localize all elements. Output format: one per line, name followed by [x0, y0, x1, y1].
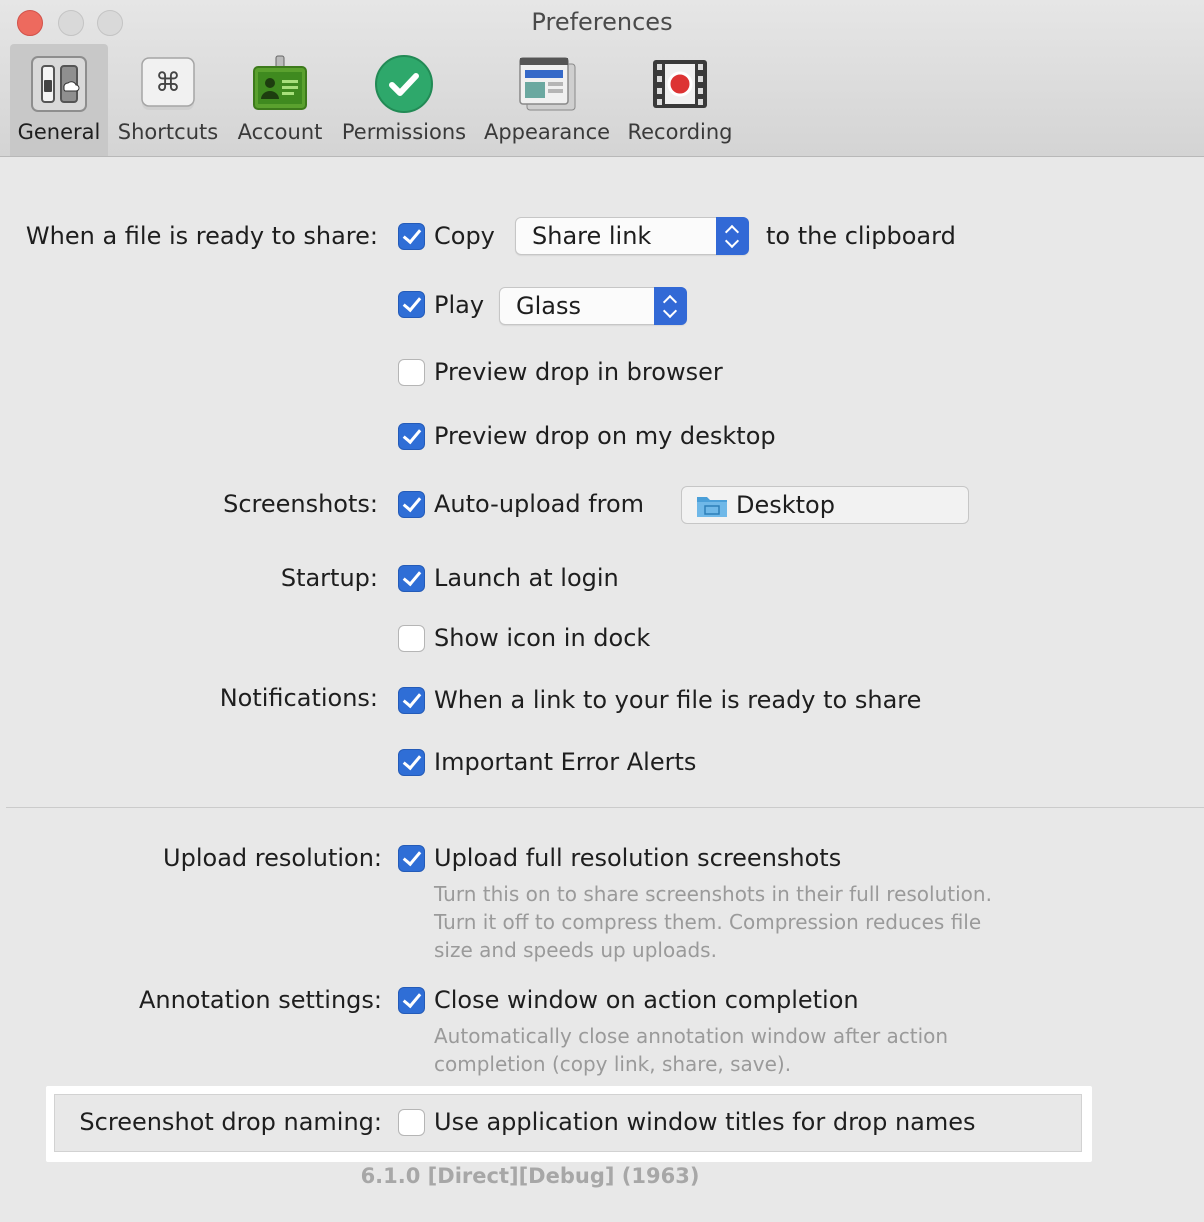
- tab-general[interactable]: General: [10, 44, 108, 156]
- close-window-description-line: Automatically close annotation window af…: [434, 1024, 949, 1048]
- close-window-description-line: completion (copy link, share, save).: [434, 1052, 792, 1076]
- tab-account-label: Account: [237, 120, 323, 144]
- window-titles-checkbox[interactable]: [398, 1109, 425, 1136]
- svg-text:⌘: ⌘: [155, 68, 181, 98]
- preview-browser-label: Preview drop in browser: [434, 358, 723, 386]
- play-sound-label: Play: [434, 291, 485, 319]
- tab-appearance[interactable]: Appearance: [480, 44, 614, 156]
- copy-label: Copy: [434, 222, 495, 250]
- folder-icon: [697, 497, 727, 517]
- select-arrows-icon: [654, 287, 687, 325]
- tab-shortcuts-label: Shortcuts: [117, 120, 219, 144]
- sound-select[interactable]: Glass: [499, 287, 687, 325]
- share-section-label: When a file is ready to share:: [25, 222, 378, 250]
- command-key-icon: ⌘: [141, 57, 195, 110]
- upload-resolution-section-label: Upload resolution:: [163, 844, 382, 872]
- checkmark-circle-icon: [375, 55, 433, 113]
- tab-recording-label: Recording: [627, 120, 733, 144]
- auto-upload-checkbox[interactable]: [398, 491, 425, 518]
- id-badge-icon: [253, 55, 307, 110]
- full-resolution-label: Upload full resolution screenshots: [434, 844, 842, 872]
- startup-section-label: Startup:: [280, 564, 378, 592]
- link-ready-notification-label: When a link to your file is ready to sha…: [434, 686, 922, 714]
- preview-desktop-label: Preview drop on my desktop: [434, 422, 776, 450]
- section-divider: [6, 807, 1204, 808]
- screenshots-section-label: Screenshots:: [223, 490, 378, 518]
- drop-naming-section-label: Screenshot drop naming:: [79, 1108, 382, 1136]
- general-switch-icon: [31, 56, 87, 112]
- tab-account[interactable]: Account: [232, 44, 328, 156]
- launch-at-login-checkbox[interactable]: [398, 565, 425, 592]
- full-resolution-description-line: size and speeds up uploads.: [434, 938, 717, 962]
- window-layout-icon: [519, 57, 576, 111]
- full-resolution-description-line: Turn this on to share screenshots in the…: [434, 882, 992, 906]
- window-titles-label: Use application window titles for drop n…: [434, 1108, 976, 1136]
- window-title: Preferences: [531, 8, 673, 36]
- sound-value: Glass: [516, 292, 581, 320]
- preview-browser-checkbox[interactable]: [398, 359, 425, 386]
- tab-shortcuts[interactable]: ⌘ Shortcuts: [112, 44, 224, 156]
- tab-permissions-label: Permissions: [341, 120, 467, 144]
- clipboard-suffix-label: to the clipboard: [766, 222, 956, 250]
- link-ready-notification-checkbox[interactable]: [398, 687, 425, 714]
- error-alerts-label: Important Error Alerts: [434, 748, 697, 776]
- auto-upload-label: Auto-upload from: [434, 490, 645, 518]
- copy-type-select[interactable]: Share link: [515, 217, 749, 255]
- auto-upload-folder-value: Desktop: [736, 491, 835, 519]
- copy-checkbox[interactable]: [398, 223, 425, 250]
- select-arrows-icon: [716, 217, 749, 255]
- error-alerts-checkbox[interactable]: [398, 749, 425, 776]
- copy-type-value: Share link: [532, 222, 652, 250]
- film-record-icon: [653, 60, 707, 108]
- full-resolution-checkbox[interactable]: [398, 845, 425, 872]
- preferences-window: Preferences General ⌘ Shortcuts Account …: [0, 0, 1204, 1222]
- version-label: 6.1.0 [Direct][Debug] (1963): [360, 1164, 700, 1188]
- auto-upload-folder-button[interactable]: Desktop: [681, 486, 969, 524]
- annotation-section-label: Annotation settings:: [138, 986, 382, 1014]
- tab-appearance-label: Appearance: [483, 120, 611, 144]
- launch-at-login-label: Launch at login: [434, 564, 619, 592]
- tab-recording[interactable]: Recording: [622, 44, 738, 156]
- close-window-label: Close window on action completion: [434, 986, 859, 1014]
- close-window-checkbox[interactable]: [398, 987, 425, 1014]
- notifications-section-label: Notifications:: [219, 684, 378, 712]
- show-dock-icon-label: Show icon in dock: [434, 624, 651, 652]
- title-bar: Preferences General ⌘ Shortcuts Account …: [0, 0, 1204, 157]
- play-sound-checkbox[interactable]: [398, 291, 425, 318]
- preview-desktop-checkbox[interactable]: [398, 423, 425, 450]
- full-resolution-description-line: Turn it off to compress them. Compressio…: [434, 910, 982, 934]
- show-dock-icon-checkbox[interactable]: [398, 625, 425, 652]
- tab-general-label: General: [17, 120, 101, 144]
- tab-permissions[interactable]: Permissions: [338, 44, 470, 156]
